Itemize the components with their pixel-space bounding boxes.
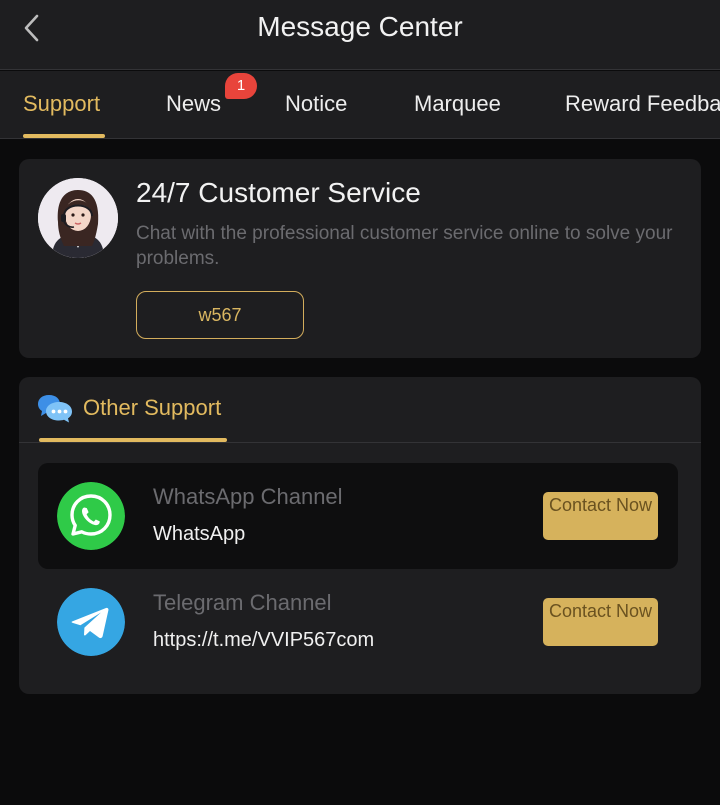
- whatsapp-icon: [57, 482, 125, 550]
- telegram-icon: [57, 588, 125, 656]
- telegram-channel-name: Telegram Channel: [153, 590, 332, 615]
- page-title: Message Center: [257, 11, 463, 42]
- service-code-button[interactable]: w567: [136, 291, 304, 339]
- chat-bubbles-icon: [38, 395, 72, 423]
- whatsapp-channel-row: WhatsApp Channel WhatsApp Contact Now: [38, 463, 678, 569]
- tab-marquee[interactable]: Marquee: [414, 71, 501, 138]
- service-title: 24/7 Customer Service: [136, 177, 421, 208]
- tab-support[interactable]: Support: [23, 71, 100, 138]
- tab-notice[interactable]: Notice: [285, 71, 347, 138]
- customer-service-card: 24/7 Customer Service Chat with the prof…: [19, 159, 701, 358]
- telegram-channel-row: Telegram Channel https://t.me/VVIP567com…: [38, 569, 678, 675]
- whatsapp-channel-value: WhatsApp: [153, 523, 246, 545]
- support-agent-avatar: [38, 178, 118, 258]
- other-support-title: Other Support: [83, 395, 222, 420]
- top-bar: Message Center: [0, 0, 720, 70]
- whatsapp-channel-name: WhatsApp Channel: [153, 484, 343, 509]
- other-support-header: Other Support: [19, 377, 701, 443]
- active-tab-indicator: [23, 134, 105, 138]
- tab-bar: Support News 1 Notice Marquee Reward Fee…: [0, 71, 720, 139]
- service-description: Chat with the professional customer serv…: [136, 223, 673, 269]
- news-unread-badge: 1: [225, 73, 257, 99]
- whatsapp-contact-button[interactable]: Contact Now: [543, 492, 658, 540]
- telegram-channel-value: https://t.me/VVIP567com: [153, 629, 375, 651]
- other-support-card: Other Support WhatsApp Channel WhatsApp …: [19, 377, 701, 694]
- other-support-indicator: [39, 438, 227, 442]
- telegram-contact-button[interactable]: Contact Now: [543, 598, 658, 646]
- tab-news[interactable]: News: [166, 71, 221, 138]
- tab-reward-feedback[interactable]: Reward Feedback: [565, 71, 720, 138]
